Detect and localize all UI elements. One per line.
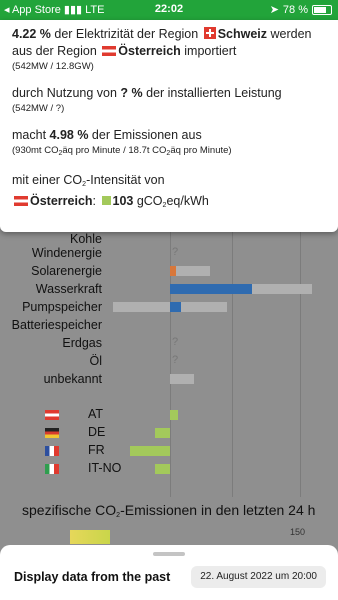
- intensity-text: mit einer CO2-Intensität von: [12, 173, 165, 188]
- category-label: Öl: [89, 354, 103, 368]
- time-travel-sheet: Display data from the past 22. August 20…: [0, 545, 338, 600]
- category-label: Erdgas: [62, 336, 102, 350]
- category-label: unbekannt: [43, 372, 102, 386]
- bar-pumped-storage-production[interactable]: [170, 302, 181, 312]
- category-label: Solarenergie: [31, 264, 102, 278]
- bar-exchange-at[interactable]: [170, 410, 178, 420]
- unknown-marker: ?: [172, 246, 179, 258]
- country-label: FR: [88, 443, 105, 457]
- sheet-drag-handle[interactable]: [153, 552, 185, 556]
- flag-it-icon: [45, 464, 59, 474]
- flag-de-icon: [45, 428, 59, 438]
- capacity-usage-detail: (542MW / ?): [12, 103, 65, 114]
- grid-line: [300, 232, 301, 497]
- date-picker-button[interactable]: 22. August 2022 um 20:00: [191, 566, 326, 588]
- flag-at-icon: [45, 410, 59, 420]
- y-tick-label: 150: [290, 527, 306, 537]
- bar-pumped-storage-consumption[interactable]: [113, 302, 170, 312]
- bar-hydro-production[interactable]: [170, 284, 252, 294]
- production-chart: Kohle Windenergie Solarenergie Wasserkra…: [0, 232, 338, 542]
- unknown-marker: ?: [172, 336, 179, 348]
- flag-fr-icon: [45, 446, 59, 456]
- battery-percent: 78 %: [282, 3, 308, 16]
- category-label: Kohle: [70, 232, 102, 246]
- country-label: IT-NO: [88, 461, 122, 475]
- grid-line: [232, 232, 233, 497]
- flag-ch-icon: [203, 27, 216, 39]
- category-label: Wasserkraft: [35, 282, 102, 296]
- sheet-title: Display data from the past: [14, 570, 171, 584]
- category-label: Windenergie: [31, 246, 102, 260]
- bar-hydro-capacity[interactable]: [252, 284, 312, 294]
- bar-exchange-fr[interactable]: [130, 446, 170, 456]
- bar-pumped-storage-capacity[interactable]: [181, 302, 227, 312]
- exchange-tooltip: 4.22 % der Elektrizität der Region Schwe…: [0, 20, 338, 232]
- emissions-history-chart[interactable]: [70, 530, 110, 544]
- category-label: Batteriespeicher: [11, 318, 102, 332]
- flag-at-icon: [14, 196, 28, 206]
- country-label: DE: [88, 425, 106, 439]
- emission-share-detail: (930mt CO2äq pro Minute / 18.7t CO2äq pr…: [12, 145, 232, 157]
- location-icon: ➤: [269, 4, 279, 16]
- bar-unknown-production[interactable]: [170, 374, 194, 384]
- intensity-value: Österreich: 103 gCO2eq/kWh: [12, 193, 326, 214]
- bar-exchange-de[interactable]: [155, 428, 170, 438]
- country-label: AT: [88, 407, 104, 421]
- unknown-marker: ?: [172, 354, 179, 366]
- intensity-color-swatch: [101, 196, 111, 205]
- emissions-section-title: spezifische CO2-Emissionen in den letzte…: [22, 502, 316, 519]
- import-share-detail: (542MW / 12.8GW): [12, 61, 94, 72]
- import-share-text: 4.22 % der Elektrizität der Region Schwe…: [12, 27, 312, 58]
- emission-share-text: macht 4.98 % der Emissionen aus: [12, 128, 202, 142]
- status-bar: ◂ App Store ▮▮▮ LTE 22:02 ➤ 78 %: [0, 0, 338, 20]
- flag-at-icon: [102, 46, 117, 56]
- capacity-usage-text: durch Nutzung von ? % der installierten …: [12, 86, 282, 100]
- battery-icon: [312, 4, 332, 15]
- bar-solar-capacity[interactable]: [176, 266, 210, 276]
- category-label: Pumpspeicher: [22, 300, 102, 314]
- bar-exchange-it-no[interactable]: [155, 464, 170, 474]
